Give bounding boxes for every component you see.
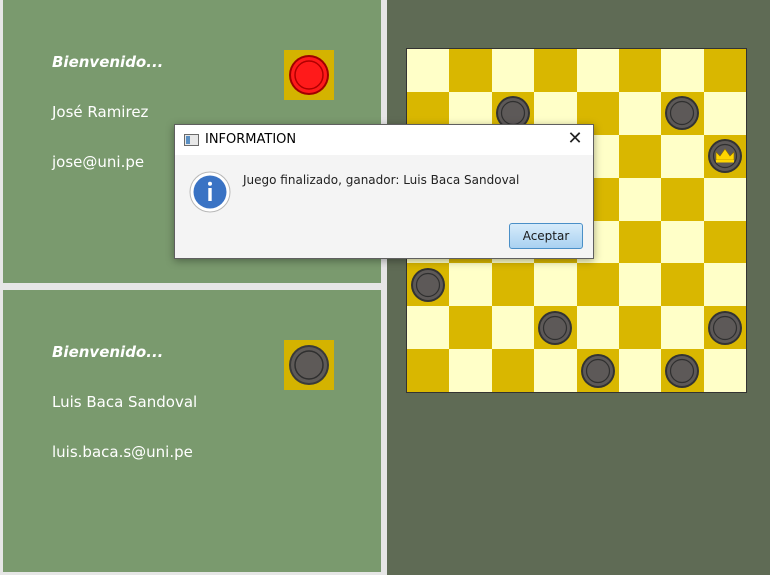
board-square[interactable] xyxy=(534,263,577,307)
checker-piece[interactable] xyxy=(664,353,700,389)
board-square[interactable] xyxy=(618,177,662,221)
checker-piece[interactable] xyxy=(664,95,700,131)
player1-email: jose@uni.pe xyxy=(52,153,145,171)
board-square[interactable] xyxy=(576,306,619,350)
board-square[interactable] xyxy=(618,49,662,92)
dialog-title: INFORMATION xyxy=(205,132,297,147)
board-square[interactable] xyxy=(449,349,492,392)
information-dialog: INFORMATION ✕ Juego finalizado, ganador:… xyxy=(174,124,594,259)
info-icon xyxy=(189,171,231,213)
board-square[interactable] xyxy=(491,49,535,92)
board-square[interactable] xyxy=(407,306,450,350)
board-square[interactable] xyxy=(618,91,662,135)
board-square[interactable] xyxy=(661,177,704,221)
board-square[interactable] xyxy=(703,91,746,135)
dialog-title-bar[interactable]: INFORMATION ✕ xyxy=(175,125,593,155)
player1-welcome: Bienvenido... xyxy=(52,53,164,71)
board-square[interactable] xyxy=(534,49,577,92)
board-square[interactable] xyxy=(661,134,704,178)
board-square[interactable] xyxy=(491,263,535,307)
red-checker-icon xyxy=(289,55,329,95)
dialog-message: Juego finalizado, ganador: Luis Baca San… xyxy=(243,173,520,187)
king-checker-piece[interactable] xyxy=(707,138,743,174)
board-square[interactable] xyxy=(703,49,746,92)
board-square[interactable] xyxy=(449,306,492,350)
player2-panel: Bienvenido... Luis Baca Sandoval luis.ba… xyxy=(3,290,381,572)
board-square[interactable] xyxy=(618,220,662,264)
board-square[interactable] xyxy=(491,306,535,350)
board-square[interactable] xyxy=(703,177,746,221)
board-square[interactable] xyxy=(407,349,450,392)
checker-piece[interactable] xyxy=(537,310,573,346)
board-square[interactable] xyxy=(661,220,704,264)
board-square[interactable] xyxy=(576,49,619,92)
board-square[interactable] xyxy=(661,306,704,350)
accept-button[interactable]: Aceptar xyxy=(509,223,583,249)
player2-welcome: Bienvenido... xyxy=(52,343,164,361)
checker-piece[interactable] xyxy=(410,267,446,303)
players-column: Bienvenido... José Ramirez jose@uni.pe B… xyxy=(0,0,387,575)
board-square[interactable] xyxy=(534,349,577,392)
board-square[interactable] xyxy=(618,134,662,178)
window-icon xyxy=(184,134,199,146)
player2-name: Luis Baca Sandoval xyxy=(52,393,198,411)
player1-piece xyxy=(284,50,334,100)
board-square[interactable] xyxy=(703,220,746,264)
checker-piece[interactable] xyxy=(707,310,743,346)
board-square[interactable] xyxy=(407,49,450,92)
dialog-body: Juego finalizado, ganador: Luis Baca San… xyxy=(175,155,593,258)
board-square[interactable] xyxy=(449,49,492,92)
board-square[interactable] xyxy=(661,49,704,92)
board-square[interactable] xyxy=(703,349,746,392)
board-square[interactable] xyxy=(618,263,662,307)
board-square[interactable] xyxy=(491,349,535,392)
board-square[interactable] xyxy=(618,306,662,350)
board-square[interactable] xyxy=(449,263,492,307)
board-square[interactable] xyxy=(576,263,619,307)
player1-name: José Ramirez xyxy=(52,103,149,121)
player2-piece xyxy=(284,340,334,390)
board-square[interactable] xyxy=(618,349,662,392)
gray-checker-icon xyxy=(289,345,329,385)
close-icon[interactable]: ✕ xyxy=(565,129,585,149)
board-square[interactable] xyxy=(661,263,704,307)
board-square[interactable] xyxy=(703,263,746,307)
player2-email: luis.baca.s@uni.pe xyxy=(52,443,193,461)
checker-piece[interactable] xyxy=(580,353,616,389)
